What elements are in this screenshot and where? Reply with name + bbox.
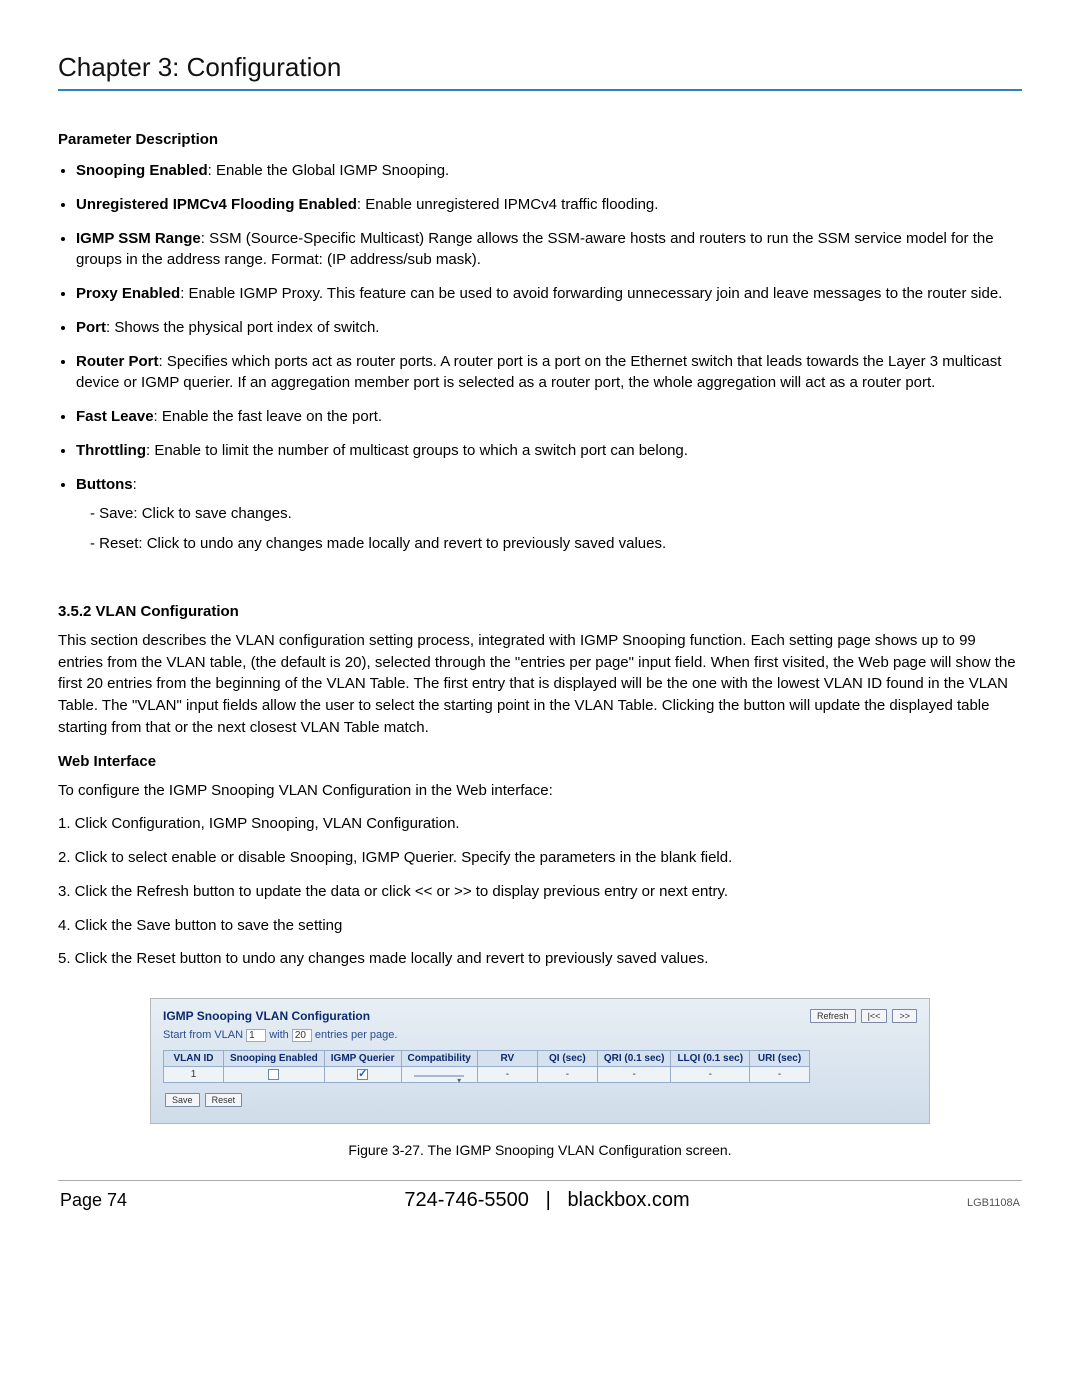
param-desc: :: [133, 476, 137, 493]
save-button[interactable]: Save: [165, 1093, 200, 1107]
param-item: IGMP SSM Range: SSM (Source-Specific Mul…: [76, 228, 1022, 272]
param-term: Unregistered IPMCv4 Flooding Enabled: [76, 196, 357, 213]
param-item: Snooping Enabled: Enable the Global IGMP…: [76, 160, 1022, 182]
param-term: Port: [76, 319, 106, 336]
prev-button[interactable]: |<<: [861, 1009, 888, 1023]
param-list: Snooping Enabled: Enable the Global IGMP…: [58, 160, 1022, 555]
param-desc: : Specifies which ports act as router po…: [76, 353, 1001, 392]
figure-top-buttons: Refresh |<< >>: [808, 1009, 917, 1023]
step-item: 3. Click the Refresh button to update th…: [58, 881, 1022, 903]
params-heading: Parameter Description: [58, 131, 1022, 148]
footer-phone: 724-746-5500: [404, 1189, 529, 1211]
footer-model: LGB1108A: [967, 1197, 1020, 1209]
figure-caption: Figure 3-27. The IGMP Snooping VLAN Conf…: [58, 1142, 1022, 1158]
param-desc: : Shows the physical port index of switc…: [106, 319, 379, 336]
vlan-table: VLAN IDSnooping EnabledIGMP QuerierCompa…: [163, 1050, 810, 1083]
table-header: IGMP Querier: [324, 1051, 401, 1067]
cell-vlan-id: 1: [164, 1067, 224, 1083]
webif-heading: Web Interface: [58, 753, 1022, 770]
perpage-label: entries per page.: [315, 1029, 398, 1041]
table-header: QI (sec): [537, 1051, 597, 1067]
figure-pager-row: Start from VLAN 1 with 20 entries per pa…: [163, 1029, 917, 1042]
step-item: 2. Click to select enable or disable Sno…: [58, 847, 1022, 869]
param-item: Unregistered IPMCv4 Flooding Enabled: En…: [76, 194, 1022, 216]
param-item: Proxy Enabled: Enable IGMP Proxy. This f…: [76, 283, 1022, 305]
table-header: URI (sec): [750, 1051, 810, 1067]
param-desc: : Enable to limit the number of multicas…: [146, 442, 688, 459]
chapter-title: Chapter 3: Configuration: [58, 52, 1022, 83]
table-header: QRI (0.1 sec): [597, 1051, 671, 1067]
entries-per-page-input[interactable]: 20: [292, 1029, 312, 1042]
refresh-button[interactable]: Refresh: [810, 1009, 856, 1023]
table-header: Snooping Enabled: [224, 1051, 325, 1067]
param-term: Buttons: [76, 476, 133, 493]
webif-intro: To configure the IGMP Snooping VLAN Conf…: [58, 780, 1022, 802]
step-item: 5. Click the Reset button to undo any ch…: [58, 948, 1022, 970]
reset-button[interactable]: Reset: [205, 1093, 243, 1107]
cell-qri[interactable]: -: [597, 1067, 671, 1083]
footer-center: 724-746-5500 | blackbox.com: [404, 1189, 689, 1212]
param-desc: : SSM (Source-Specific Multicast) Range …: [76, 230, 994, 269]
param-desc: : Enable the fast leave on the port.: [154, 408, 383, 425]
igmp-querier-checkbox[interactable]: [357, 1069, 368, 1080]
table-header: LLQI (0.1 sec): [671, 1051, 750, 1067]
cell-qi[interactable]: -: [537, 1067, 597, 1083]
figure-title: IGMP Snooping VLAN Configuration: [163, 1009, 917, 1023]
figure-panel: Refresh |<< >> IGMP Snooping VLAN Config…: [150, 998, 930, 1124]
param-subitem: Reset: Click to undo any changes made lo…: [90, 533, 1022, 555]
param-term: Throttling: [76, 442, 146, 459]
step-item: 1. Click Configuration, IGMP Snooping, V…: [58, 813, 1022, 835]
start-from-label: Start from VLAN: [163, 1029, 243, 1041]
param-term: Snooping Enabled: [76, 162, 208, 179]
param-term: IGMP SSM Range: [76, 230, 201, 247]
cell-rv[interactable]: -: [477, 1067, 537, 1083]
param-item: Port: Shows the physical port index of s…: [76, 317, 1022, 339]
param-item: Router Port: Specifies which ports act a…: [76, 351, 1022, 395]
param-term: Proxy Enabled: [76, 285, 180, 302]
figure-3-27: Refresh |<< >> IGMP Snooping VLAN Config…: [58, 998, 1022, 1158]
start-vlan-input[interactable]: 1: [246, 1029, 266, 1042]
param-item: Buttons: Save: Click to save changes. Rese…: [76, 474, 1022, 555]
param-sublist: Save: Click to save changes. Reset: Click…: [76, 503, 1022, 555]
footer-site: blackbox.com: [567, 1189, 689, 1211]
next-button[interactable]: >>: [892, 1009, 917, 1023]
cell-llqi[interactable]: -: [671, 1067, 750, 1083]
footer-rule: [58, 1180, 1022, 1181]
table-header: VLAN ID: [164, 1051, 224, 1067]
snooping-enabled-checkbox[interactable]: [268, 1069, 279, 1080]
param-item: Throttling: Enable to limit the number o…: [76, 440, 1022, 462]
footer-sep: |: [546, 1189, 551, 1211]
param-desc: : Enable the Global IGMP Snooping.: [208, 162, 450, 179]
param-item: Fast Leave: Enable the fast leave on the…: [76, 406, 1022, 428]
compatibility-select[interactable]: [414, 1075, 464, 1077]
param-desc: : Enable unregistered IPMCv4 traffic flo…: [357, 196, 659, 213]
table-header: Compatibility: [401, 1051, 477, 1067]
steps-list: 1. Click Configuration, IGMP Snooping, V…: [58, 813, 1022, 970]
with-label: with: [269, 1029, 289, 1041]
param-subitem: Save: Click to save changes.: [90, 503, 1022, 525]
param-term: Router Port: [76, 353, 159, 370]
cell-uri[interactable]: -: [750, 1067, 810, 1083]
table-header: RV: [477, 1051, 537, 1067]
table-row: 1 - - - - -: [164, 1067, 810, 1083]
header-rule: [58, 89, 1022, 91]
param-desc: : Enable IGMP Proxy. This feature can be…: [180, 285, 1002, 302]
subsection-title: 3.5.2 VLAN Configuration: [58, 603, 1022, 620]
step-item: 4. Click the Save button to save the set…: [58, 915, 1022, 937]
section-intro: This section describes the VLAN configur…: [58, 630, 1022, 739]
page-footer: Page 74 724-746-5500 | blackbox.com LGB1…: [58, 1189, 1022, 1212]
page-number: Page 74: [60, 1190, 127, 1211]
param-term: Fast Leave: [76, 408, 154, 425]
